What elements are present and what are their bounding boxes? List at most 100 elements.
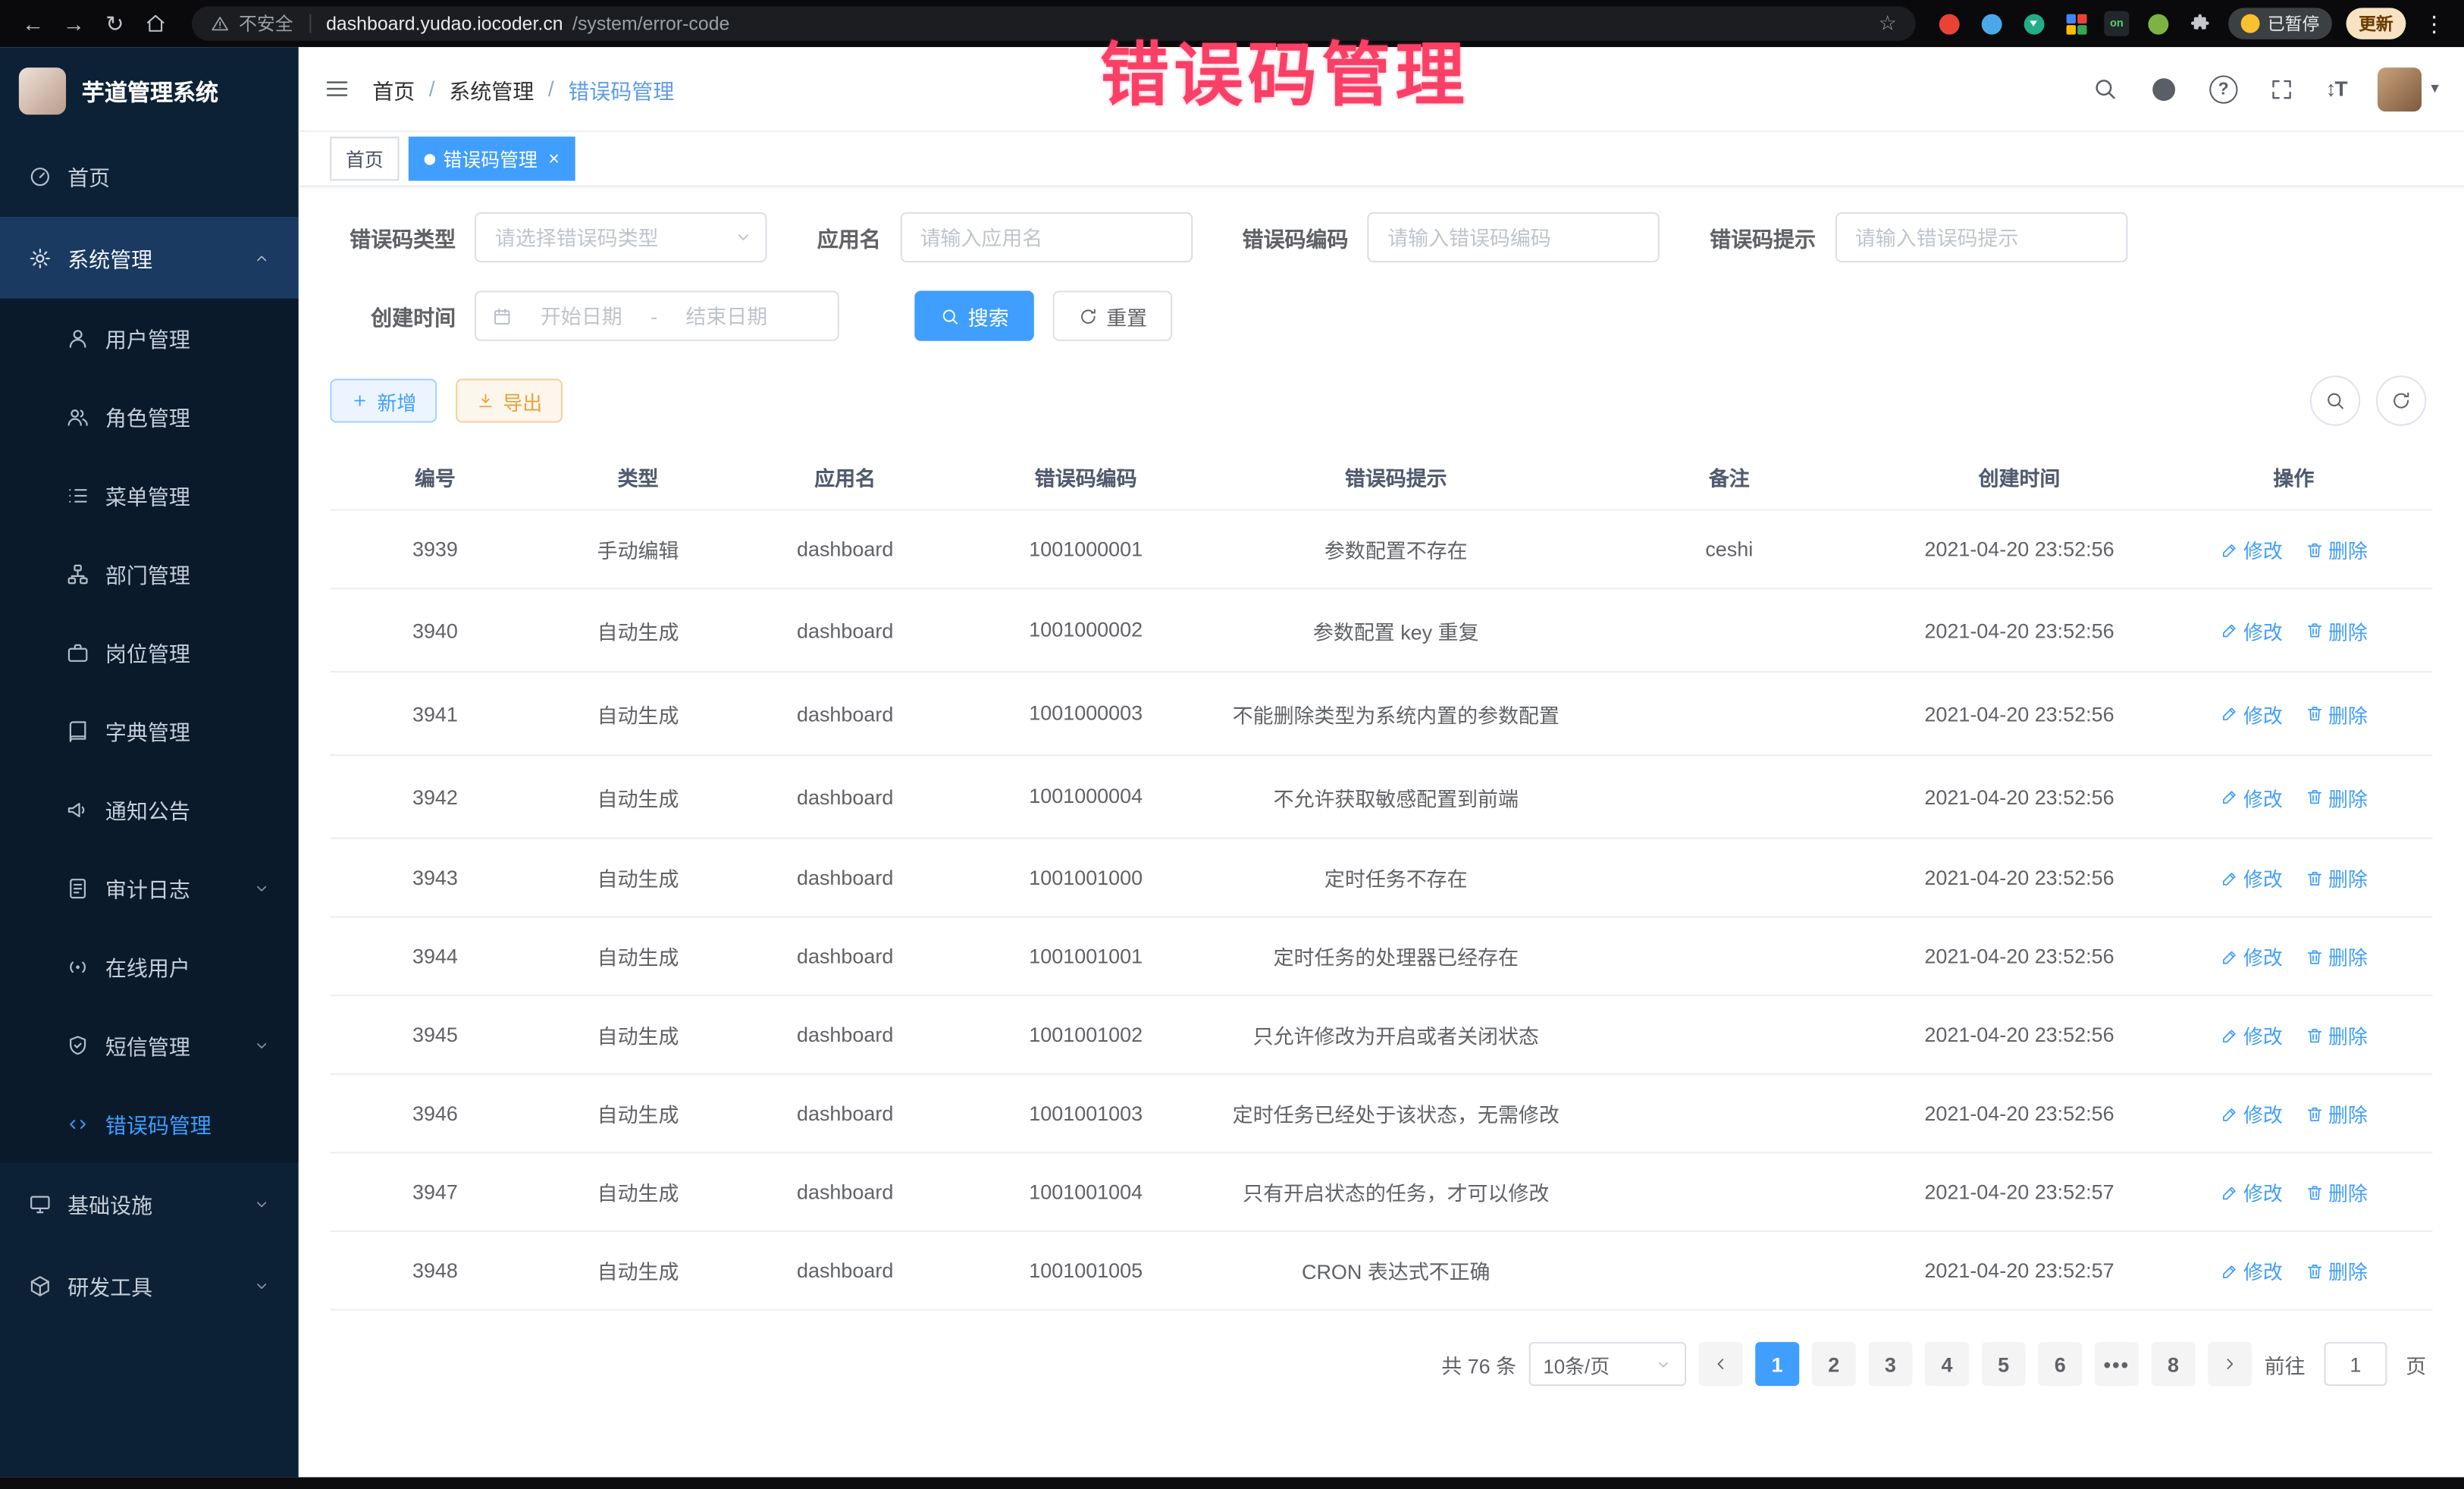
bookmark-star-icon[interactable]: ☆ [1879,11,1897,36]
update-button[interactable]: 更新 [2346,8,2406,39]
cell-type: 自动生成 [541,997,736,1074]
edit-link[interactable]: 修改 [2220,782,2283,812]
edit-link[interactable]: 修改 [2220,616,2283,645]
breadcrumb-item[interactable]: 首页 [372,73,415,104]
page-more-button[interactable]: ••• [2095,1343,2139,1387]
page-button-4[interactable]: 4 [1925,1343,1969,1387]
show-search-button[interactable] [2310,375,2360,425]
extension-green-check-icon[interactable] [2019,9,2047,37]
page-button-1[interactable]: 1 [1755,1343,1799,1387]
hamburger-icon[interactable] [324,75,350,102]
goto-page-input[interactable] [2324,1343,2387,1387]
tab-首页[interactable]: 首页 [330,136,399,180]
browser-forward-icon[interactable]: → [57,6,92,41]
error-code-input[interactable] [1367,212,1660,262]
sidebar-item-home[interactable]: 首页 [0,135,299,217]
error-hint-input[interactable] [1835,212,2127,262]
sidebar-item-menu[interactable]: 菜单管理 [0,456,299,534]
delete-link[interactable]: 删除 [2305,1177,2368,1207]
reset-button[interactable]: 重置 [1053,290,1173,340]
edit-link[interactable]: 修改 [2220,1256,2283,1286]
sidebar-item-role[interactable]: 角色管理 [0,377,299,456]
header-search-icon[interactable] [2092,75,2118,102]
search-button[interactable]: 搜索 [914,290,1034,340]
sidebar-item-system[interactable]: 系统管理 [0,217,299,299]
delete-link[interactable]: 删除 [2305,782,2368,812]
sidebar-item-post[interactable]: 岗位管理 [0,613,299,691]
delete-link[interactable]: 删除 [2305,1256,2368,1286]
delete-link[interactable]: 删除 [2305,1099,2368,1128]
page-button-6[interactable]: 6 [2038,1343,2082,1387]
breadcrumb-item[interactable]: 系统管理 [449,73,534,104]
sidebar-item-error-code[interactable]: 错误码管理 [0,1084,299,1163]
app-logo[interactable]: 芋道管理系统 [0,47,299,135]
browser-menu-icon[interactable]: ⋮ [2423,10,2445,36]
browser-home-icon[interactable] [138,6,173,41]
edit-link[interactable]: 修改 [2220,534,2283,564]
end-date-input[interactable] [663,303,789,329]
cell-remark [1575,1154,1884,1231]
page-button-3[interactable]: 3 [1868,1343,1912,1387]
export-button[interactable]: 导出 [456,379,563,423]
delete-link[interactable]: 删除 [2305,699,2368,729]
fullscreen-icon[interactable] [2269,77,2294,102]
delete-link[interactable]: 删除 [2305,534,2368,564]
start-date-input[interactable] [519,303,644,329]
edit-link[interactable]: 修改 [2220,942,2283,971]
font-size-icon[interactable]: ↕T [2326,77,2346,101]
extension-blue-icon[interactable] [1977,9,2005,37]
sidebar-item-label: 研发工具 [67,1270,152,1301]
extension-on-icon[interactable]: on [2104,11,2129,36]
sidebar-item-dict[interactable]: 字典管理 [0,691,299,770]
add-button[interactable]: 新增 [330,379,437,423]
extension-leaf-icon[interactable] [2143,9,2171,37]
page-button-5[interactable]: 5 [1982,1343,2026,1387]
app-name-input[interactable] [900,212,1193,262]
edit-link[interactable]: 修改 [2220,1020,2283,1050]
paused-badge[interactable]: 已暂停 [2228,8,2332,39]
sidebar-item-audit-log[interactable]: 审计日志 [0,848,299,927]
cell-ops: 修改删除 [2155,1075,2432,1152]
browser-url-bar[interactable]: 不安全 dashboard.yudao.iocoder.cn/system/er… [192,6,1916,41]
cell-type: 自动生成 [541,589,736,671]
docs-question-icon[interactable]: ? [2209,74,2237,102]
sidebar-item-infra[interactable]: 基础设施 [0,1163,299,1245]
edit-link[interactable]: 修改 [2220,1099,2283,1128]
browser-reload-icon[interactable]: ↻ [98,6,133,41]
delete-link[interactable]: 删除 [2305,1020,2368,1050]
refresh-table-button[interactable] [2376,375,2426,425]
sidebar-item-notice[interactable]: 通知公告 [0,770,299,849]
edit-link[interactable]: 修改 [2220,863,2283,892]
prev-page-button[interactable] [1699,1343,1743,1387]
page-button-2[interactable]: 2 [1812,1343,1856,1387]
delete-link[interactable]: 删除 [2305,942,2368,971]
user-icon [66,326,89,350]
sidebar-item-dept[interactable]: 部门管理 [0,534,299,613]
sidebar-item-online-user[interactable]: 在线用户 [0,927,299,1006]
next-page-button[interactable] [2208,1343,2252,1387]
delete-link[interactable]: 删除 [2305,616,2368,645]
breadcrumb-item[interactable]: 错误码管理 [568,73,674,104]
user-menu[interactable]: ▾ [2378,67,2439,111]
date-range-picker[interactable]: - [475,290,839,340]
sidebar-item-user[interactable]: 用户管理 [0,299,299,378]
shield-icon [66,1033,89,1057]
delete-link[interactable]: 删除 [2305,863,2368,892]
table-row: 3941自动生成dashboard1001000003不能删除类型为系统内置的参… [330,672,2432,756]
edit-link[interactable]: 修改 [2220,1177,2283,1207]
github-icon[interactable] [2149,74,2177,102]
sidebar-item-devtools[interactable]: 研发工具 [0,1245,299,1327]
page-size-select[interactable]: 10条/页 [1529,1343,1686,1387]
cube-icon [28,1274,52,1297]
extension-puzzle-icon[interactable] [2186,9,2214,37]
error-type-select[interactable] [475,212,767,262]
extension-grid-icon[interactable] [2061,9,2089,37]
tab-close-icon[interactable]: × [548,148,560,170]
chevron-down-icon [253,1277,271,1294]
edit-link[interactable]: 修改 [2220,699,2283,729]
tab-错误码管理[interactable]: 错误码管理× [409,136,575,180]
sidebar-item-sms[interactable]: 短信管理 [0,1006,299,1085]
browser-back-icon[interactable]: ← [16,6,51,41]
extension-red-icon[interactable] [1934,9,1962,37]
page-button-8[interactable]: 8 [2151,1343,2195,1387]
